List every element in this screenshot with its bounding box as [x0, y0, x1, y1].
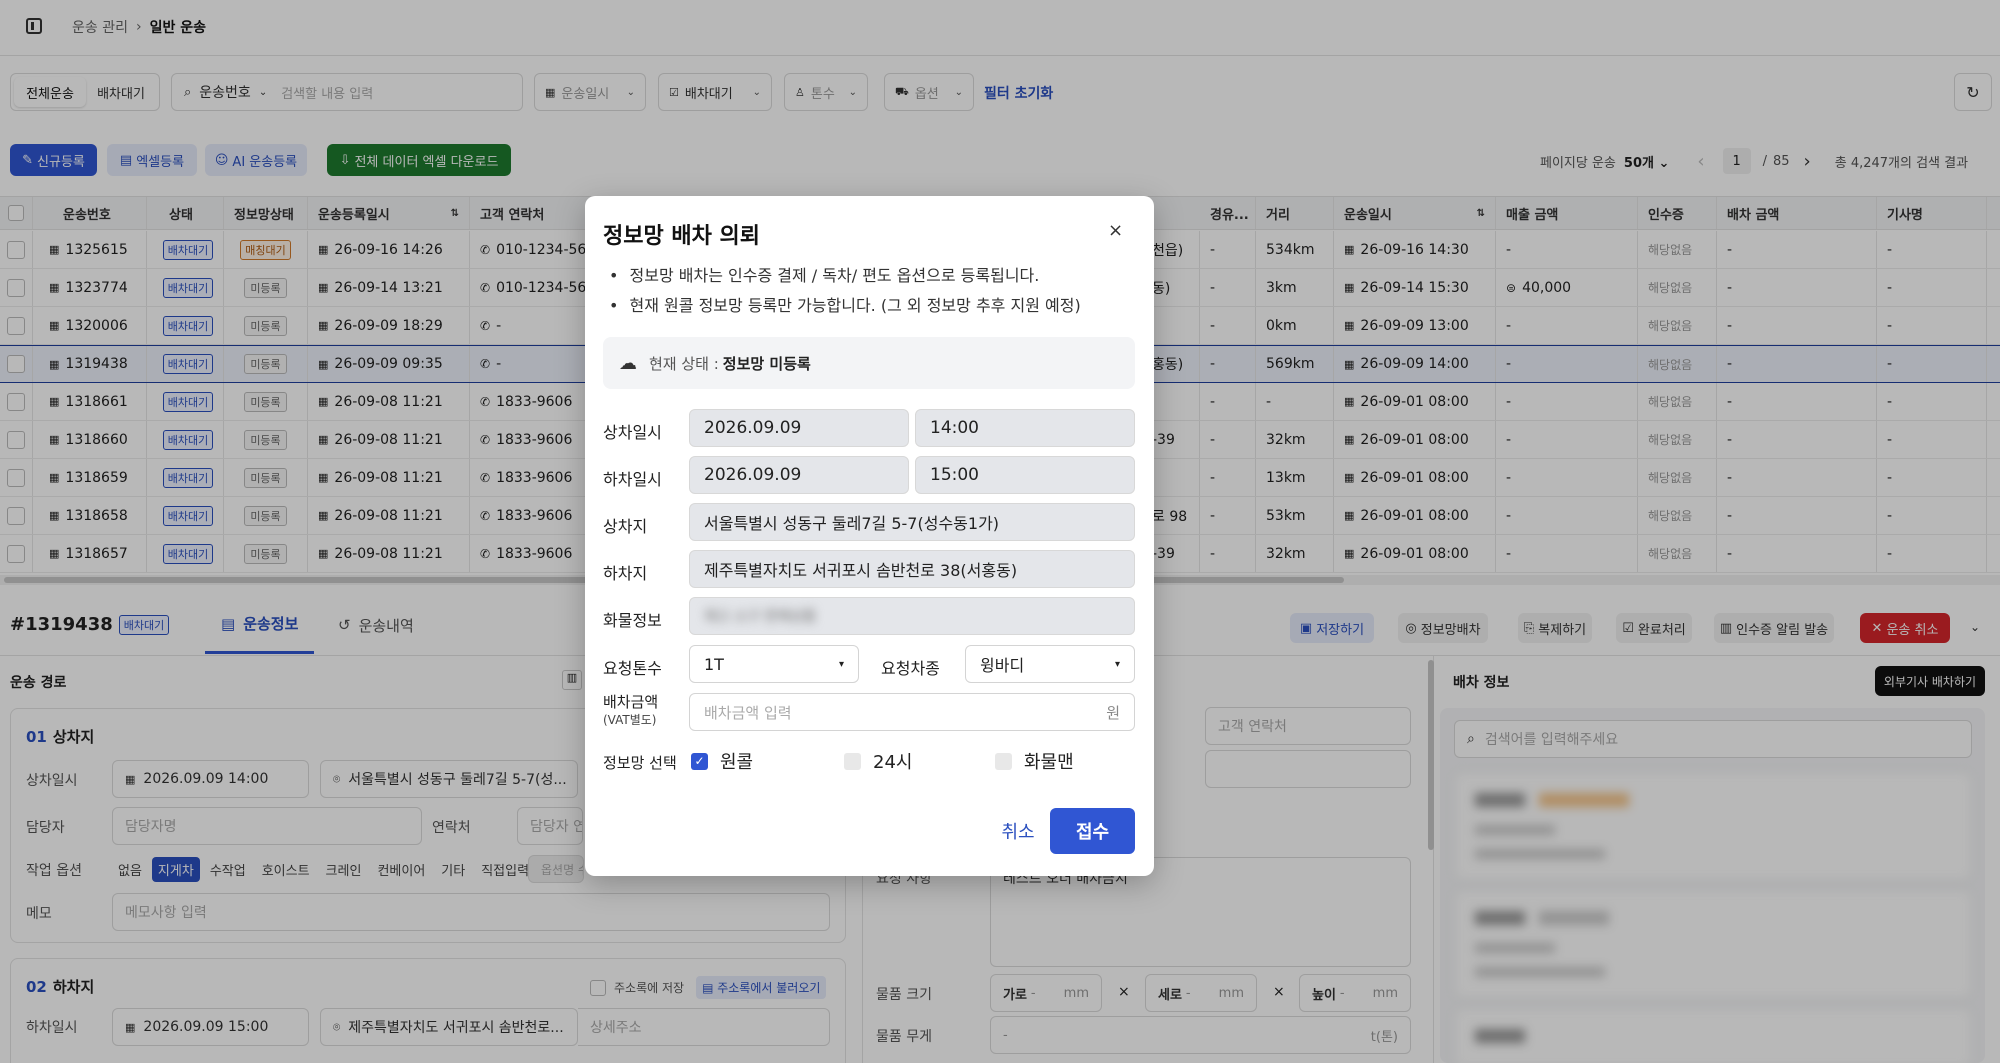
checked-checkbox-icon: ✓ — [691, 752, 708, 770]
net-option-hwamulman[interactable]: 화물맨 — [995, 748, 1074, 774]
destination-field[interactable]: 제주특별자치도 서귀포시 솜반천로 38(서홍동) — [689, 550, 1135, 588]
vehicle-label: 요청차종 — [881, 659, 940, 678]
cargo-label: 화물정보 — [603, 611, 662, 630]
net-dispatch-modal: 정보망 배차 의뢰 × • 정보망 배차는 인수증 결제 / 독차/ 편도 옵션… — [585, 196, 1154, 876]
checkbox-icon — [995, 752, 1012, 770]
net-select-label: 정보망 선택 — [603, 754, 677, 772]
current-status-value: 정보망 미등록 — [722, 354, 811, 373]
modal-cancel-button[interactable]: 취소 — [985, 808, 1051, 854]
checkbox-icon — [844, 752, 861, 770]
cloud-off-icon: ☁ — [619, 352, 637, 374]
modal-note-2: • 현재 원콜 정보망 등록만 가능합니다. (그 외 정보망 추후 지원 예정… — [609, 296, 1081, 315]
unload-date-field[interactable]: 2026.09.09 — [689, 456, 909, 494]
unload-date-label: 하차일시 — [603, 470, 662, 489]
current-status-box: ☁ 현재 상태 : 정보망 미등록 — [603, 337, 1135, 389]
modal-title: 정보망 배차 의뢰 — [603, 224, 760, 249]
modal-note-1: • 정보망 배차는 인수증 결제 / 독차/ 편도 옵션으로 등록됩니다. — [609, 266, 1040, 285]
load-date-label: 상차일시 — [603, 423, 662, 442]
origin-field[interactable]: 서울특별시 성동구 둘레7길 5-7(성수동1가) — [689, 503, 1135, 541]
close-icon[interactable]: × — [1108, 220, 1123, 241]
destination-label: 하차지 — [603, 564, 648, 583]
unload-time-field[interactable]: 15:00 — [915, 456, 1135, 494]
fee-label: 배차금액 (VAT별도) — [603, 693, 659, 727]
load-date-field[interactable]: 2026.09.09 — [689, 409, 909, 447]
vehicle-select[interactable]: 윙바디 ▾ — [965, 645, 1135, 683]
modal-submit-button[interactable]: 접수 — [1050, 808, 1135, 854]
origin-label: 상차지 — [603, 517, 648, 536]
tonnage-label: 요청톤수 — [603, 659, 662, 678]
cargo-field[interactable]: 재고 소구 판매상품 — [689, 597, 1135, 635]
fee-input[interactable]: 배차금액 입력 원 — [689, 693, 1135, 731]
net-option-onecall[interactable]: ✓ 원콜 — [691, 748, 753, 774]
net-option-24[interactable]: 24시 — [844, 748, 912, 774]
load-time-field[interactable]: 14:00 — [915, 409, 1135, 447]
tonnage-select[interactable]: 1T ▾ — [689, 645, 859, 683]
